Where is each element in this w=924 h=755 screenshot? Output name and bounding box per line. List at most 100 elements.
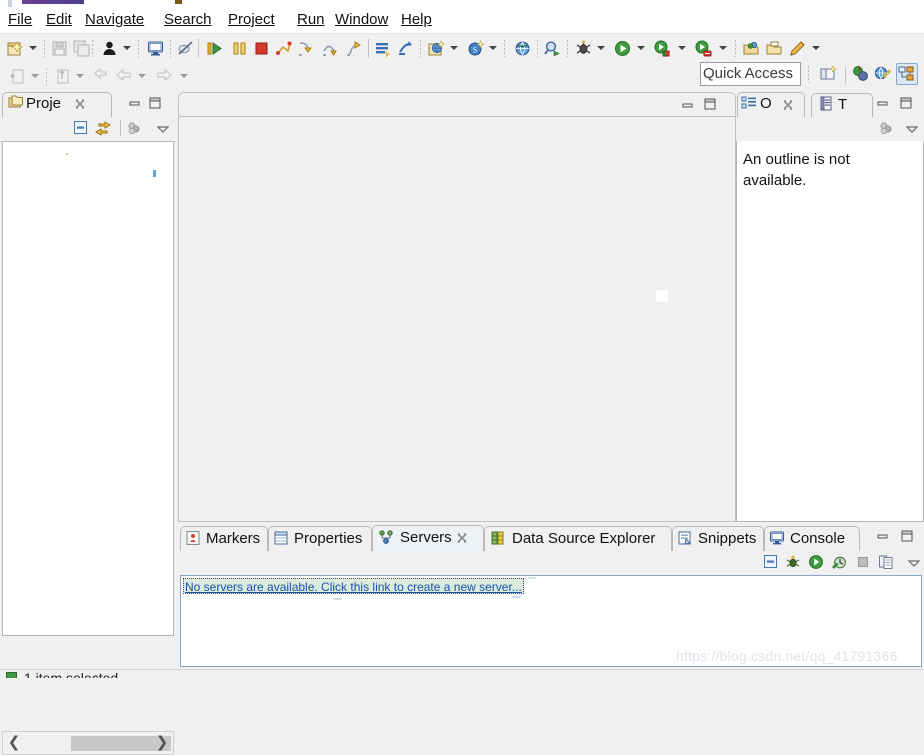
new-wizard-icon[interactable] [6,39,25,58]
menu-search-label: Search [164,11,212,28]
eclipse-window: File Edit Navigate Search Project Run Wi… [0,0,924,677]
quick-access-text[interactable]: Quick Access [703,64,801,84]
new-servlet-icon[interactable] [396,39,415,58]
chrome-fragment-left [8,0,12,7]
window-chrome-sliver [0,0,924,7]
resume-icon[interactable] [205,39,224,58]
scroll-left-arrow[interactable]: ❮ [7,736,21,750]
status-ok-icon [6,672,17,678]
new-spring-bean-dropdown-arrow[interactable] [489,46,497,50]
menu-project[interactable]: Project [226,10,277,30]
terminate-icon[interactable] [252,39,271,58]
stop-server-dropdown-arrow[interactable] [719,46,727,50]
next-annotation-dropdown-arrow[interactable] [76,74,84,78]
previous-annotation-dropdown-arrow[interactable] [31,74,39,78]
run-icon[interactable] [613,39,632,58]
collapse-all-icon[interactable] [73,120,89,136]
close-icon[interactable] [456,532,468,544]
disconnect-icon[interactable] [274,39,293,58]
menu-run[interactable]: Run [295,10,327,30]
start-server-icon[interactable] [808,554,824,570]
view-menu-icon[interactable] [155,121,171,137]
open-browser-icon[interactable] [513,39,532,58]
run-as-server-dropdown-arrow[interactable] [678,46,686,50]
run-dropdown-arrow[interactable] [637,46,645,50]
project-explorer-toolbar [0,117,176,142]
open-perspective-icon[interactable] [819,64,838,83]
step-return-icon[interactable] [344,39,363,58]
link-with-editor-icon[interactable] [95,120,111,136]
view-menu-icon[interactable] [906,555,922,571]
outline-view: O T [736,91,924,522]
perspective-web-icon[interactable] [873,64,892,83]
new-web-project-icon[interactable] [427,39,446,58]
menu-search[interactable]: Search [162,10,214,30]
view-filter-icon[interactable] [878,120,894,136]
project-tree[interactable] [2,141,174,636]
perspective-java-ee-icon[interactable] [851,64,870,83]
minimize-button[interactable] [876,97,890,111]
new-jsp-file-icon[interactable] [374,39,393,58]
close-icon[interactable] [782,99,794,111]
close-icon[interactable] [74,98,86,110]
open-type-icon[interactable] [742,39,761,58]
new-spring-bean-icon[interactable]: S [466,39,485,58]
search-icon[interactable] [543,39,562,58]
perspective-java-icon[interactable] [897,64,916,83]
forward-dropdown-arrow[interactable] [180,74,188,78]
menu-navigate[interactable]: Navigate [83,10,146,30]
perspective-separator [808,66,809,83]
collapse-all-icon[interactable] [763,554,779,570]
minimize-button[interactable] [128,97,142,111]
publish-server-icon[interactable] [878,554,894,570]
new-web-project-dropdown-arrow[interactable] [450,46,458,50]
debug-icon[interactable] [574,39,593,58]
tree-artifact [153,170,156,177]
menu-file[interactable]: File [6,10,34,30]
step-over-icon[interactable] [320,39,339,58]
chrome-fragment-title [22,0,84,4]
view-filter-icon[interactable] [126,120,142,136]
editor-content-empty[interactable] [178,116,736,522]
project-explorer-view: Proje [0,91,176,669]
editor-area [178,92,736,522]
menu-help-label: Help [401,11,432,28]
open-task-icon[interactable] [765,39,784,58]
maximize-button[interactable] [148,96,162,110]
minimize-button[interactable] [681,99,695,113]
menu-edit[interactable]: Edit [44,10,74,30]
profile-server-icon[interactable] [831,554,847,570]
run-as-server-icon[interactable] [653,39,672,58]
minimize-button[interactable] [876,530,890,544]
step-into-icon[interactable] [296,39,315,58]
maximize-button[interactable] [900,529,914,543]
menu-help[interactable]: Help [399,10,434,30]
console-icon[interactable] [146,39,165,58]
toolbar-separator [735,40,736,57]
debug-server-icon[interactable] [785,554,801,570]
user-icon[interactable] [100,39,119,58]
view-menu-icon[interactable] [904,121,920,137]
stop-server-icon[interactable] [694,39,713,58]
editor-title-bar [178,92,736,116]
tab-task-list-label: T [838,92,847,117]
skip-breakpoints-icon[interactable] [176,39,195,58]
pencil-dropdown-arrow[interactable] [812,46,820,50]
outline-content[interactable]: An outline is not available. [736,141,924,522]
maximize-button[interactable] [703,97,717,111]
scroll-right-arrow[interactable]: ❯ [155,736,169,750]
menu-window-label: Window [335,11,388,28]
suspend-icon[interactable] [230,39,249,58]
project-tree-hscrollbar[interactable]: ❮ ❯ [2,731,174,755]
debug-dropdown-arrow[interactable] [597,46,605,50]
create-new-server-link[interactable]: No servers are available. Click this lin… [183,578,524,594]
tab-properties-label: Properties [294,526,362,551]
maximize-button[interactable] [899,96,913,110]
user-dropdown-arrow[interactable] [123,46,131,50]
back-dropdown-arrow[interactable] [138,74,146,78]
new-wizard-dropdown-arrow[interactable] [29,46,37,50]
render-artifact [528,577,536,579]
menu-window[interactable]: Window [333,10,390,30]
pencil-annotate-icon[interactable] [788,39,807,58]
menu-edit-label: Edit [46,11,72,28]
